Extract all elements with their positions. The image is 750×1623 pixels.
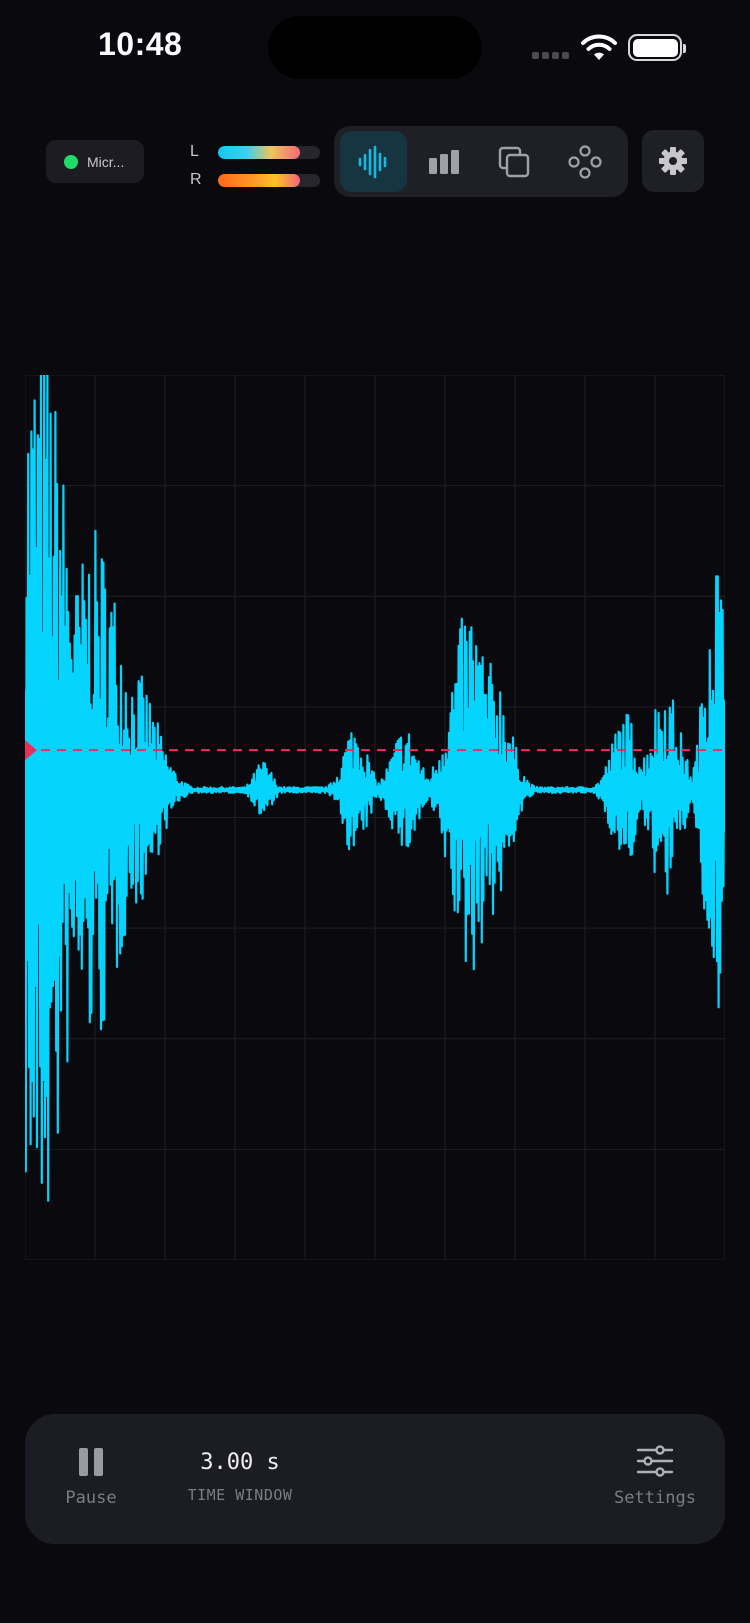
wifi-icon	[581, 34, 617, 60]
gear-icon	[659, 147, 687, 175]
level-meters: L R	[190, 138, 322, 194]
mode-nodes-button[interactable]	[552, 131, 619, 192]
node-graph-icon	[568, 144, 602, 179]
mode-layers-button[interactable]	[481, 131, 548, 192]
copy-layers-icon	[499, 146, 530, 177]
waveform-icon	[358, 145, 387, 178]
meter-left-fill	[218, 145, 300, 159]
cellular-signal-icon	[532, 52, 569, 59]
time-window-label: TIME WINDOW	[187, 1486, 293, 1504]
meter-right-fill	[218, 173, 300, 187]
pause-icon	[79, 1448, 103, 1476]
input-source-label: Micr...	[87, 153, 125, 170]
waveform-scope[interactable]	[25, 375, 725, 1260]
input-source-button[interactable]: Micr...	[46, 140, 144, 183]
meter-left: L	[190, 138, 322, 166]
input-active-indicator	[64, 154, 78, 169]
settings-gear-button[interactable]	[642, 130, 704, 192]
meter-left-label: L	[190, 143, 199, 160]
pause-button[interactable]: Pause	[53, 1442, 129, 1522]
mode-spectrum-button[interactable]	[411, 131, 478, 192]
settings-button[interactable]: Settings	[607, 1442, 703, 1522]
bar-chart-icon	[428, 149, 459, 174]
dynamic-island	[268, 16, 482, 79]
meter-right-label: R	[190, 171, 202, 188]
mode-waveform-button[interactable]	[340, 131, 407, 192]
status-time: 10:48	[98, 26, 183, 62]
battery-icon	[628, 34, 686, 61]
time-window-value[interactable]: 3.00 s	[180, 1450, 300, 1475]
bottom-control-bar: Pause 3.00 s TIME WINDOW Settings	[25, 1414, 725, 1544]
sliders-icon	[636, 1445, 674, 1477]
meter-right: R	[190, 166, 322, 194]
pause-label: Pause	[65, 1488, 117, 1508]
settings-label: Settings	[614, 1488, 696, 1508]
view-mode-selector	[334, 126, 628, 197]
